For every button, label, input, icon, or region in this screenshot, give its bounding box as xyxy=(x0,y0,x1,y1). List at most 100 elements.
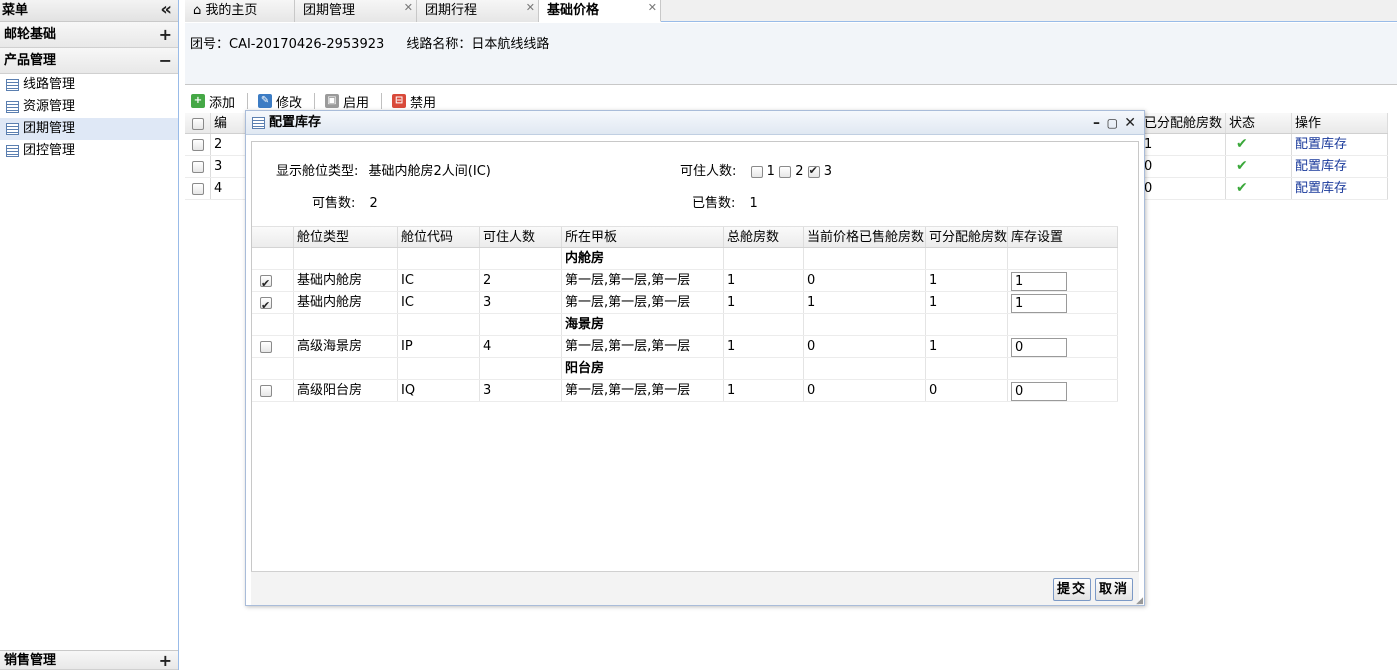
sidebar-item-group-control[interactable]: 团控管理 xyxy=(0,140,178,162)
occupancy-option-3[interactable]: 3 xyxy=(807,164,832,179)
empty-cell xyxy=(252,314,294,335)
cell-allocatable: 1 xyxy=(926,270,1008,291)
sidebar-section-sales[interactable]: 销售管理 + xyxy=(0,650,178,670)
row-allocated: 1 xyxy=(1141,134,1226,155)
table-row[interactable]: 基础内舱房 IC 3 第一层,第一层,第一层 1 1 1 1 xyxy=(252,292,1118,314)
header-capacity[interactable]: 可住人数 xyxy=(480,227,562,247)
collapse-icon[interactable]: « xyxy=(160,0,172,21)
header-total[interactable]: 总舱房数 xyxy=(724,227,804,247)
sidebar: 菜单 « 邮轮基础 + 产品管理 − 线路管理 资源管理 团期管理 团控管理 销… xyxy=(0,0,179,670)
close-icon[interactable]: ✕ xyxy=(526,0,535,19)
configure-stock-link[interactable]: 配置库存 xyxy=(1292,156,1388,177)
header-stock[interactable]: 库存设置 xyxy=(1008,227,1118,247)
collapse-section-icon[interactable]: − xyxy=(159,48,172,74)
row-checkbox[interactable] xyxy=(260,340,272,353)
stock-input[interactable]: 1 xyxy=(1011,272,1067,291)
group-title: 阳台房 xyxy=(562,358,724,379)
cell-cabin-code: IP xyxy=(398,336,480,357)
stock-input[interactable]: 0 xyxy=(1011,338,1067,357)
occupancy-option-2[interactable]: 2 xyxy=(779,164,808,179)
close-icon[interactable]: ✕ xyxy=(404,0,413,19)
cell-sold: 0 xyxy=(804,270,926,291)
add-icon: + xyxy=(191,94,205,108)
status-cell: ✔ xyxy=(1226,156,1292,177)
stock-input[interactable]: 1 xyxy=(1011,294,1067,313)
sidebar-section-cruise-base[interactable]: 邮轮基础 + xyxy=(0,22,178,48)
section-label: 销售管理 xyxy=(4,653,57,668)
cell-capacity: 4 xyxy=(480,336,562,357)
tab-group-itinerary[interactable]: 团期行程 ✕ xyxy=(417,0,539,22)
table-row[interactable]: 基础内舱房 IC 2 第一层,第一层,第一层 1 0 1 1 xyxy=(252,270,1118,292)
edit-button[interactable]: ✎ 修改 xyxy=(258,92,302,111)
cell-sold: 0 xyxy=(804,336,926,357)
group-row: 阳台房 xyxy=(252,358,1118,380)
empty-cell xyxy=(480,358,562,379)
sidebar-item-group-period[interactable]: 团期管理 xyxy=(0,118,178,140)
empty-cell xyxy=(398,314,480,335)
occupancy-checkbox[interactable] xyxy=(750,165,763,178)
cancel-button[interactable]: 取消 xyxy=(1095,578,1133,601)
maximize-icon[interactable]: ▢ xyxy=(1107,111,1118,135)
toolbar-divider xyxy=(314,93,316,109)
occupancy-option-1[interactable]: 1 xyxy=(750,164,780,179)
disable-button[interactable]: ⊟ 禁用 xyxy=(392,92,436,111)
configure-stock-link[interactable]: 配置库存 xyxy=(1292,134,1388,155)
group-info-bar: 团号：CAI-20170426-2953923 线路名称：日本航线线路 xyxy=(185,23,1397,85)
empty-cell xyxy=(804,314,926,335)
close-icon[interactable]: ✕ xyxy=(1124,111,1136,135)
occupancy-checkbox[interactable] xyxy=(807,164,820,178)
close-icon[interactable]: ✕ xyxy=(648,0,657,19)
header-status[interactable]: 状态 xyxy=(1226,113,1292,133)
stock-input[interactable]: 0 xyxy=(1011,382,1067,401)
header-deck[interactable]: 所在甲板 xyxy=(562,227,724,247)
row-checkbox[interactable] xyxy=(260,295,272,313)
row-checkbox[interactable] xyxy=(191,138,204,151)
expand-icon[interactable]: + xyxy=(159,651,172,671)
minimize-icon[interactable]: – xyxy=(1093,111,1100,135)
tab-group-period[interactable]: 团期管理 ✕ xyxy=(295,0,417,22)
toolbar-divider xyxy=(247,93,249,109)
tab-home[interactable]: ⌂ 我的主页 xyxy=(185,0,295,22)
saleable-value: 2 xyxy=(369,196,378,211)
check-icon: ✔ xyxy=(1236,180,1248,196)
row-select-cell xyxy=(185,134,211,155)
enable-button[interactable]: ▣ 启用 xyxy=(325,92,369,111)
row-checkbox[interactable] xyxy=(260,384,272,397)
header-cabin-type[interactable]: 舱位类型 xyxy=(294,227,398,247)
sidebar-item-resource[interactable]: 资源管理 xyxy=(0,96,178,118)
cell-capacity: 3 xyxy=(480,292,562,313)
occupancy-checkbox[interactable] xyxy=(779,165,792,178)
header-allocated[interactable]: 已分配舱房数 xyxy=(1141,113,1226,133)
add-button[interactable]: + 添加 xyxy=(191,92,235,111)
row-checkbox[interactable] xyxy=(260,273,272,291)
table-row[interactable]: 高级阳台房 IQ 3 第一层,第一层,第一层 1 0 0 0 xyxy=(252,380,1118,402)
expand-icon[interactable]: + xyxy=(159,22,172,48)
select-all-checkbox[interactable] xyxy=(191,117,204,130)
sidebar-item-route[interactable]: 线路管理 xyxy=(0,74,178,96)
table-icon xyxy=(6,145,19,157)
edit-icon: ✎ xyxy=(258,94,273,108)
cell-allocatable: 1 xyxy=(926,292,1008,313)
sidebar-section-product[interactable]: 产品管理 − xyxy=(0,48,178,74)
header-action[interactable]: 操作 xyxy=(1292,113,1388,133)
sidebar-item-label: 资源管理 xyxy=(23,99,76,114)
header-sold[interactable]: 当前价格已售舱房数 xyxy=(804,227,926,247)
resize-handle-icon[interactable]: ◢ xyxy=(1136,596,1143,606)
submit-button[interactable]: 提交 xyxy=(1053,578,1091,601)
cell-total: 1 xyxy=(724,270,804,291)
home-icon: ⌂ xyxy=(193,3,202,18)
tab-base-price[interactable]: 基础价格 ✕ xyxy=(539,0,661,22)
header-select xyxy=(252,227,294,247)
header-cabin-code[interactable]: 舱位代码 xyxy=(398,227,480,247)
row-checkbox[interactable] xyxy=(191,160,204,173)
empty-cell xyxy=(294,314,398,335)
disable-icon: ⊟ xyxy=(392,94,407,108)
row-checkbox[interactable] xyxy=(191,182,204,195)
cell-deck: 第一层,第一层,第一层 xyxy=(562,380,724,401)
dialog-titlebar[interactable]: 配置库存 – ▢ ✕ xyxy=(246,111,1144,135)
header-allocatable[interactable]: 可分配舱房数 xyxy=(926,227,1008,247)
row-select-cell xyxy=(252,292,294,313)
add-label: 添加 xyxy=(209,95,236,111)
configure-stock-link[interactable]: 配置库存 xyxy=(1292,178,1388,199)
table-row[interactable]: 高级海景房 IP 4 第一层,第一层,第一层 1 0 1 0 xyxy=(252,336,1118,358)
